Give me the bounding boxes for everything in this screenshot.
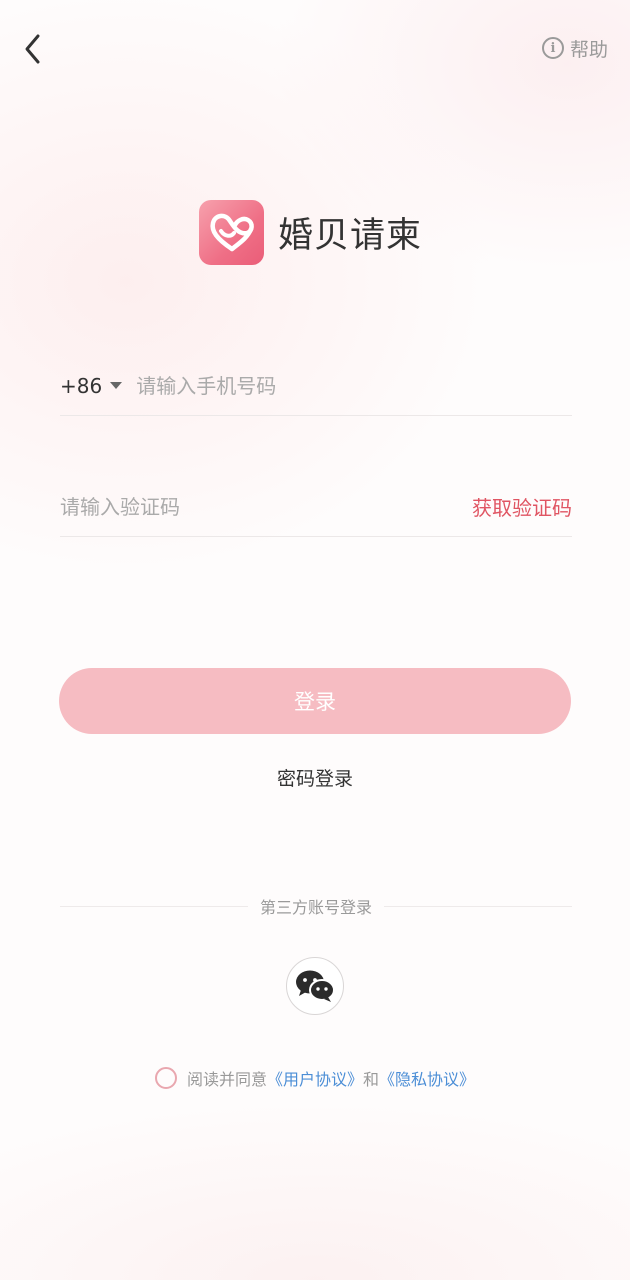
divider-line bbox=[384, 905, 573, 907]
help-button[interactable]: i 帮助 bbox=[541, 34, 608, 62]
password-login-link[interactable]: 密码登录 bbox=[0, 764, 630, 791]
agreement-and: 和 bbox=[363, 1070, 380, 1089]
back-button[interactable] bbox=[16, 30, 50, 68]
code-field: 获取验证码 bbox=[60, 477, 572, 537]
agreement-checkbox[interactable] bbox=[154, 1067, 177, 1089]
privacy-policy-link[interactable]: 《隐私协议》 bbox=[379, 1070, 475, 1089]
wechat-icon bbox=[296, 970, 335, 1002]
wechat-login-button[interactable] bbox=[286, 957, 344, 1015]
caret-down-icon bbox=[110, 382, 123, 389]
phone-field: +86 bbox=[60, 356, 572, 416]
third-party-title: 第三方账号登录 bbox=[260, 898, 373, 917]
app-name: 婚贝请柬 bbox=[278, 215, 423, 256]
country-code: +86 bbox=[60, 373, 103, 398]
heart-knot-icon bbox=[199, 199, 264, 265]
help-label: 帮助 bbox=[569, 38, 608, 61]
info-icon: i bbox=[541, 37, 564, 59]
brand-logo: 婚贝请柬 bbox=[199, 199, 422, 265]
divider-line bbox=[60, 905, 248, 907]
country-code-selector[interactable]: +86 bbox=[60, 373, 123, 398]
phone-input[interactable] bbox=[136, 373, 572, 398]
agreement-row: 阅读并同意《用户协议》和《隐私协议》 bbox=[0, 1064, 630, 1092]
chevron-left-icon bbox=[25, 34, 40, 64]
login-button[interactable]: 登录 bbox=[59, 668, 571, 734]
third-party-divider: 第三方账号登录 bbox=[60, 894, 573, 918]
user-agreement-link[interactable]: 《用户协议》 bbox=[267, 1070, 363, 1089]
agreement-prefix: 阅读并同意 bbox=[186, 1070, 267, 1089]
verification-code-input[interactable] bbox=[60, 494, 472, 519]
get-code-button[interactable]: 获取验证码 bbox=[472, 492, 572, 521]
